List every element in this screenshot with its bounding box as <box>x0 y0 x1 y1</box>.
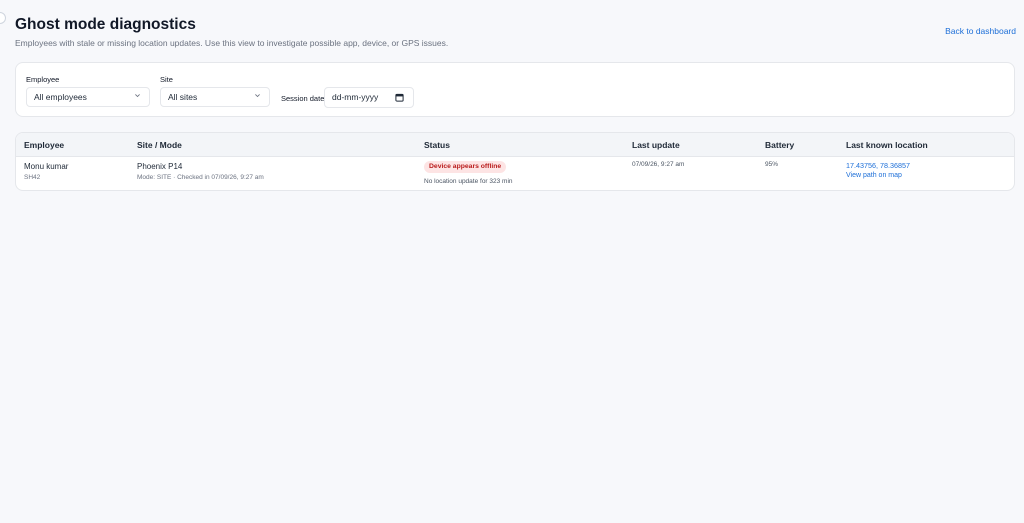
view-path-on-map-link[interactable]: View path on map <box>846 172 902 179</box>
session-date-input[interactable]: dd-mm-yyyy <box>324 87 414 108</box>
col-status: Status <box>424 140 450 150</box>
col-last-known-location: Last known location <box>846 140 928 150</box>
employee-select-value: All employees <box>34 92 87 102</box>
filters-card: Employee All employees Site All sites Se… <box>15 62 1015 117</box>
col-site-mode: Site / Mode <box>137 140 182 150</box>
employee-name: Monu kumar <box>24 162 69 171</box>
battery-value: 95% <box>765 161 779 168</box>
page-header: Ghost mode diagnostics Employees with st… <box>15 15 1016 49</box>
col-last-update: Last update <box>632 140 680 150</box>
site-filter-label: Site <box>160 75 173 84</box>
calendar-icon[interactable] <box>395 93 404 102</box>
diagnostics-table: Employee Site / Mode Status Last update … <box>15 132 1015 191</box>
employee-filter-label: Employee <box>26 75 60 84</box>
table-header: Employee Site / Mode Status Last update … <box>16 133 1014 157</box>
col-battery: Battery <box>765 140 795 150</box>
back-to-dashboard-link[interactable]: Back to dashboard <box>945 26 1016 36</box>
page-title: Ghost mode diagnostics <box>15 16 196 33</box>
chevron-down-icon <box>255 94 260 98</box>
chevron-down-icon <box>135 94 140 98</box>
session-date-label: Session date <box>281 94 325 103</box>
mode-info: Mode: SITE · Checked in 07/09/26, 9:27 a… <box>137 174 264 181</box>
page-subtitle: Employees with stale or missing location… <box>15 38 449 48</box>
session-date-placeholder: dd-mm-yyyy <box>332 92 379 102</box>
col-employee: Employee <box>24 140 65 150</box>
site-select[interactable]: All sites <box>160 87 270 107</box>
site-name: Phoenix P14 <box>137 162 183 171</box>
location-coordinates-link[interactable]: 17.43756, 78.36857 <box>846 161 910 170</box>
status-detail: No location update for 323 min <box>424 178 513 185</box>
sidebar-toggle[interactable] <box>0 12 6 24</box>
employee-select[interactable]: All employees <box>26 87 150 107</box>
employee-id: SH42 <box>24 174 41 181</box>
page: Ghost mode diagnostics Employees with st… <box>0 0 1024 523</box>
last-update-value: 07/09/26, 9:27 am <box>632 161 685 168</box>
status-badge: Device appears offline <box>424 161 507 173</box>
site-select-value: All sites <box>168 92 198 102</box>
